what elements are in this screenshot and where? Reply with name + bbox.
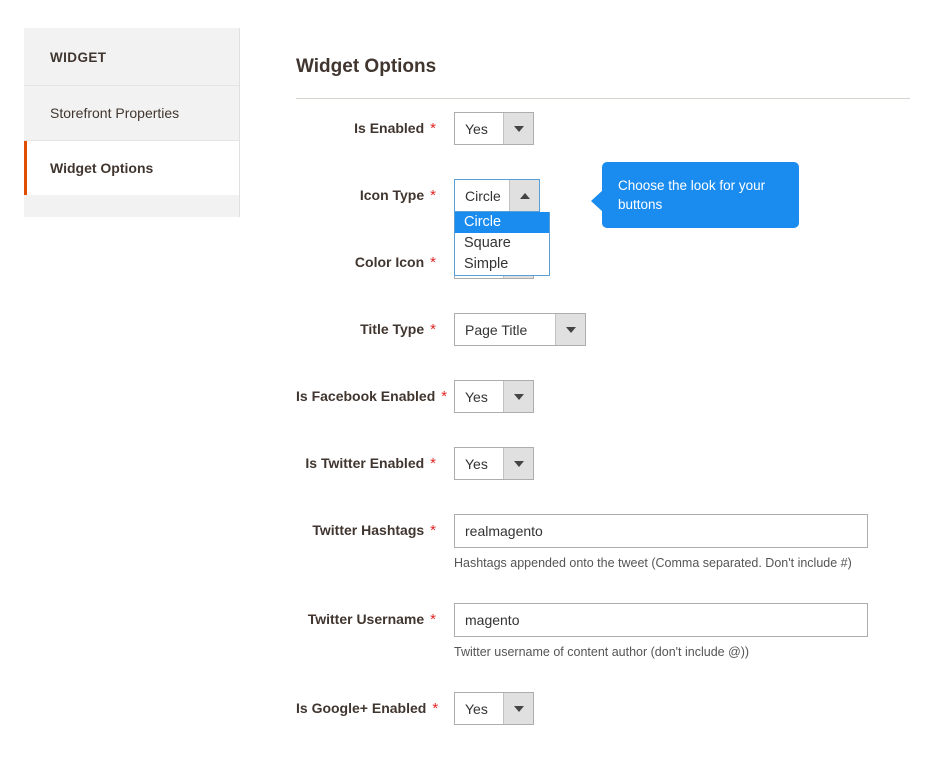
- is-twitter-enabled-select[interactable]: Yes: [454, 447, 534, 480]
- widget-options-page: WIDGET Storefront Properties Widget Opti…: [0, 0, 940, 770]
- required-marker: *: [430, 522, 436, 539]
- twitter-username-input[interactable]: [454, 603, 868, 637]
- chevron-down-icon[interactable]: [555, 314, 585, 345]
- required-marker: *: [432, 700, 439, 717]
- icon-type-tooltip: Choose the look for your buttons: [591, 162, 799, 228]
- field-twitter-hashtags: Twitter Hashtags * Hashtags appended onto…: [296, 514, 868, 570]
- field-label: Twitter Username *: [296, 603, 436, 628]
- field-label: Is Twitter Enabled *: [296, 447, 436, 472]
- label-text: Is Twitter Enabled: [305, 455, 425, 471]
- chevron-down-icon[interactable]: [503, 381, 533, 412]
- dropdown-option-circle[interactable]: Circle: [455, 212, 549, 233]
- field-icon-type: Icon Type * Circle Circle Square Simple: [296, 179, 550, 276]
- sidebar-item-label: Widget Options: [50, 160, 154, 176]
- label-text: Is Google+ Enabled: [296, 700, 427, 716]
- field-control: Yes: [454, 112, 534, 145]
- title-type-select[interactable]: Page Title: [454, 313, 586, 346]
- field-control: Yes: [454, 380, 534, 413]
- required-marker: *: [430, 120, 436, 137]
- chevron-down-icon[interactable]: [503, 448, 533, 479]
- label-text: Icon Type: [359, 187, 425, 203]
- required-marker: *: [430, 187, 436, 204]
- field-label: Is Enabled *: [296, 112, 436, 137]
- is-google-plus-enabled-select[interactable]: Yes: [454, 692, 534, 725]
- sidebar-item-widget-options[interactable]: Widget Options: [24, 141, 239, 195]
- sidebar-item-storefront-properties[interactable]: Storefront Properties: [24, 86, 239, 141]
- chevron-down-icon[interactable]: [503, 693, 533, 724]
- is-facebook-enabled-select[interactable]: Yes: [454, 380, 534, 413]
- dropdown-option-simple[interactable]: Simple: [455, 254, 549, 275]
- field-label: Is Facebook Enabled *: [296, 380, 447, 405]
- field-title-type: Title Type * Page Title: [296, 313, 586, 346]
- icon-type-select[interactable]: Circle: [454, 179, 540, 212]
- title-divider: [296, 98, 910, 99]
- field-label: Icon Type *: [296, 179, 436, 204]
- required-marker: *: [441, 388, 448, 405]
- twitter-hashtags-input[interactable]: [454, 514, 868, 548]
- sidebar-title: WIDGET: [24, 28, 239, 86]
- page-title: Widget Options: [296, 56, 437, 77]
- field-is-facebook-enabled: Is Facebook Enabled * Yes: [296, 380, 534, 413]
- sidebar-footer-spacer: [24, 195, 239, 217]
- select-value: Yes: [455, 693, 503, 724]
- label-text: Twitter Username: [307, 611, 425, 627]
- field-control: Twitter username of content author (don'…: [454, 603, 868, 659]
- label-text: Title Type: [360, 321, 425, 337]
- is-enabled-select[interactable]: Yes: [454, 112, 534, 145]
- select-value: Yes: [455, 448, 503, 479]
- field-control: Hashtags appended onto the tweet (Comma …: [454, 514, 868, 570]
- chevron-down-icon[interactable]: [503, 113, 533, 144]
- field-control: Circle Circle Square Simple: [454, 179, 550, 276]
- sidebar: WIDGET Storefront Properties Widget Opti…: [24, 28, 240, 217]
- content-header: Widget Options: [296, 56, 910, 109]
- twitter-username-help-text: Twitter username of content author (don'…: [454, 645, 750, 659]
- chevron-up-icon[interactable]: [509, 180, 539, 211]
- label-text: Color Icon: [354, 254, 425, 270]
- required-marker: *: [430, 455, 436, 472]
- required-marker: *: [430, 611, 436, 628]
- field-is-twitter-enabled: Is Twitter Enabled * Yes: [296, 447, 534, 480]
- field-is-google-plus-enabled: Is Google+ Enabled * Yes: [296, 692, 534, 725]
- icon-type-dropdown-list: Circle Square Simple: [454, 212, 550, 276]
- field-twitter-username: Twitter Username * Twitter username of co…: [296, 603, 868, 659]
- select-value: Page Title: [455, 314, 555, 345]
- field-label: Is Google+ Enabled *: [296, 692, 439, 717]
- required-marker: *: [430, 321, 436, 338]
- field-is-enabled: Is Enabled * Yes: [296, 112, 534, 145]
- field-control: Yes: [454, 692, 534, 725]
- label-text: Twitter Hashtags: [312, 522, 425, 538]
- field-label: Color Icon *: [296, 246, 436, 271]
- label-text: Is Facebook Enabled: [296, 388, 436, 404]
- select-value: Yes: [455, 113, 503, 144]
- dropdown-option-square[interactable]: Square: [455, 233, 549, 254]
- field-control: Yes: [454, 447, 534, 480]
- tooltip-text: Choose the look for your buttons: [618, 178, 766, 212]
- required-marker: *: [430, 254, 436, 271]
- sidebar-item-label: Storefront Properties: [50, 105, 180, 121]
- select-value: Yes: [455, 381, 503, 412]
- twitter-hashtags-help-text: Hashtags appended onto the tweet (Comma …: [454, 556, 852, 570]
- field-control: Page Title: [454, 313, 586, 346]
- field-label: Title Type *: [296, 313, 436, 338]
- select-value: Circle: [455, 180, 509, 211]
- field-label: Twitter Hashtags *: [296, 514, 436, 539]
- label-text: Is Enabled: [354, 120, 425, 136]
